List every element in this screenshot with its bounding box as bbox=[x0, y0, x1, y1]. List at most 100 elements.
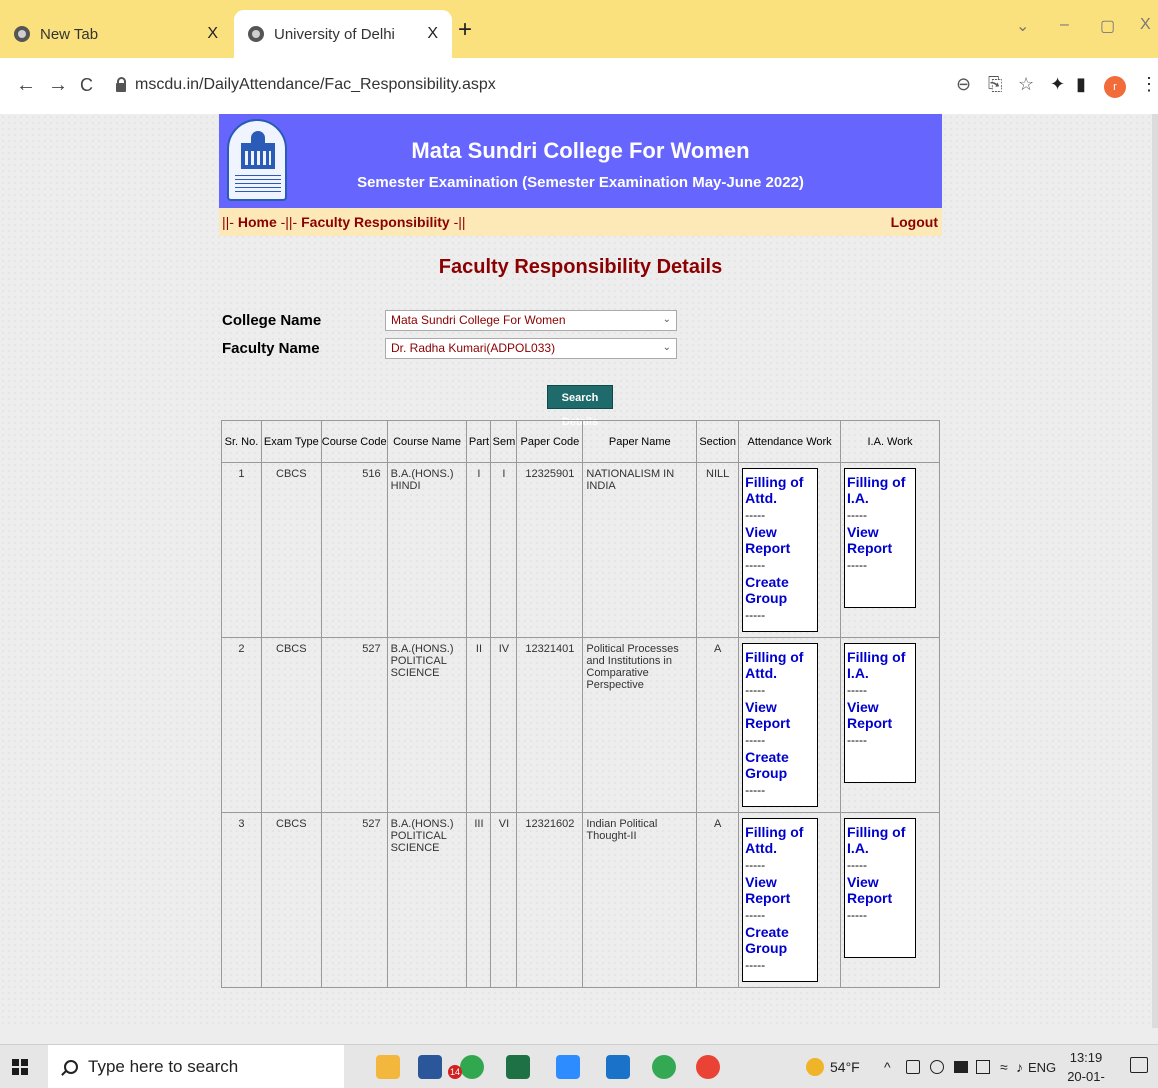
menu-icon[interactable]: ⋮ bbox=[1140, 74, 1158, 95]
taskbar: Type here to search 14 54°F ^ ≈ ♪ ENG 13… bbox=[0, 1044, 1158, 1088]
weather-temp[interactable]: 54°F bbox=[830, 1059, 860, 1075]
cell-sem: I bbox=[490, 462, 518, 638]
filling-of-ia-link[interactable]: Filling of I.A. bbox=[847, 474, 913, 506]
wifi-icon[interactable]: ≈ bbox=[1000, 1059, 1008, 1075]
close-window-icon[interactable]: X bbox=[1140, 16, 1151, 34]
chevron-down-icon: ⌄ bbox=[662, 314, 671, 325]
taskbar-search-input[interactable]: Type here to search bbox=[48, 1045, 344, 1088]
college-name-label: College Name bbox=[222, 312, 322, 329]
table-row: 2 CBCS 527 B.A.(HONS.) POLITICAL SCIENCE II I… bbox=[221, 637, 940, 813]
view-ia-report-link[interactable]: View Report bbox=[847, 874, 913, 906]
tab-search-chevron-icon[interactable]: ⌄ bbox=[1016, 16, 1029, 36]
cell-exam-type: CBCS bbox=[260, 462, 322, 638]
home-link[interactable]: Home bbox=[238, 214, 277, 230]
url-text: mscdu.in/DailyAttendance/Fac_Responsibil… bbox=[135, 76, 496, 93]
url-field[interactable]: mscdu.in/DailyAttendance/Fac_Responsibil… bbox=[116, 76, 496, 94]
col-section: Section bbox=[696, 420, 740, 463]
page-scrollbar[interactable] bbox=[1152, 114, 1158, 1028]
filling-of-attendance-link[interactable]: Filling of Attd. bbox=[745, 649, 815, 681]
cell-course-name: B.A.(HONS.) HINDI bbox=[386, 462, 468, 638]
volume-icon[interactable]: ♪ bbox=[1016, 1059, 1023, 1075]
globe-icon bbox=[14, 26, 30, 42]
search-details-button[interactable]: Search Details bbox=[547, 385, 613, 428]
separator: ----- bbox=[847, 733, 868, 747]
page-title: Faculty Responsibility Details bbox=[438, 256, 723, 278]
faculty-responsibility-link[interactable]: Faculty Responsibility bbox=[301, 214, 450, 230]
ia-work-box: Filling of I.A. ----- View Report ----- bbox=[844, 643, 917, 783]
create-group-link[interactable]: Create Group bbox=[745, 749, 815, 781]
view-attendance-report-link[interactable]: View Report bbox=[745, 699, 815, 731]
site-header: Mata Sundri College For Women Semester E… bbox=[219, 114, 942, 208]
create-group-link[interactable]: Create Group bbox=[745, 924, 815, 956]
tab-new-tab[interactable]: New Tab X bbox=[0, 10, 232, 58]
language-indicator[interactable]: ENG bbox=[1028, 1060, 1056, 1075]
col-course-code: Course Code bbox=[320, 420, 388, 463]
restore-icon[interactable]: ▢ bbox=[1100, 16, 1115, 36]
new-tab-button[interactable]: + bbox=[458, 16, 472, 44]
excel-icon[interactable] bbox=[506, 1055, 530, 1079]
faculty-name-select[interactable]: Dr. Radha Kumari(ADPOL033) ⌄ bbox=[385, 338, 677, 359]
windows-start-icon[interactable] bbox=[12, 1059, 28, 1075]
chrome-icon[interactable] bbox=[652, 1055, 676, 1079]
bookmark-star-icon[interactable]: ☆ bbox=[1018, 74, 1034, 95]
cell-paper-code: 12321401 bbox=[516, 637, 584, 813]
extensions-icon[interactable]: ✦ bbox=[1050, 74, 1065, 95]
separator: ----- bbox=[745, 858, 766, 872]
file-explorer-icon[interactable] bbox=[376, 1055, 400, 1079]
view-attendance-report-link[interactable]: View Report bbox=[745, 524, 815, 556]
filling-of-ia-link[interactable]: Filling of I.A. bbox=[847, 824, 913, 856]
separator: ----- bbox=[847, 908, 868, 922]
separator: ----- bbox=[745, 908, 766, 922]
zoom-icon[interactable]: ⊖ bbox=[956, 74, 971, 95]
filling-of-ia-link[interactable]: Filling of I.A. bbox=[847, 649, 913, 681]
profile-avatar[interactable]: r bbox=[1104, 76, 1126, 98]
zoom-meetings-icon[interactable] bbox=[556, 1055, 580, 1079]
cell-paper-code: 12321602 bbox=[516, 812, 584, 988]
side-panel-icon[interactable]: ▮ bbox=[1076, 74, 1086, 95]
back-icon[interactable]: ← bbox=[16, 74, 36, 97]
separator: ----- bbox=[745, 508, 766, 522]
minimize-icon[interactable]: – bbox=[1060, 16, 1069, 34]
tray-chevron-icon[interactable]: ^ bbox=[884, 1059, 891, 1075]
view-ia-report-link[interactable]: View Report bbox=[847, 699, 913, 731]
notifications-icon[interactable] bbox=[1130, 1057, 1148, 1073]
calculator-icon[interactable] bbox=[606, 1055, 630, 1079]
system-clock[interactable]: 13:19 20-01-2022 bbox=[1054, 1048, 1118, 1088]
browser-tab-strip: New Tab X University of Delhi X + ⌄ – ▢ … bbox=[0, 0, 1158, 58]
display-icon[interactable] bbox=[976, 1060, 990, 1074]
ia-work-box: Filling of I.A. ----- View Report ----- bbox=[844, 468, 917, 608]
cell-attendance-work: Filling of Attd. ----- View Report ----- Cre… bbox=[738, 812, 842, 988]
cell-section: A bbox=[696, 637, 740, 813]
tab-university-of-delhi[interactable]: University of Delhi X bbox=[234, 10, 452, 58]
filling-of-attendance-link[interactable]: Filling of Attd. bbox=[745, 824, 815, 856]
battery-icon[interactable] bbox=[954, 1061, 968, 1073]
col-course-name: Course Name bbox=[386, 420, 468, 463]
view-ia-report-link[interactable]: View Report bbox=[847, 524, 913, 556]
cell-sr-no: 1 bbox=[221, 462, 262, 638]
separator: ----- bbox=[847, 558, 868, 572]
tab-close-icon[interactable]: X bbox=[427, 25, 438, 43]
chrome-profile-icon[interactable] bbox=[696, 1055, 720, 1079]
onedrive-icon[interactable] bbox=[930, 1060, 944, 1074]
meet-now-icon[interactable] bbox=[906, 1060, 920, 1074]
weather-icon bbox=[806, 1058, 824, 1076]
forward-icon[interactable]: → bbox=[48, 74, 68, 97]
college-name-select[interactable]: Mata Sundri College For Women ⌄ bbox=[385, 310, 677, 331]
cell-course-name: B.A.(HONS.) POLITICAL SCIENCE bbox=[386, 637, 468, 813]
messaging-icon[interactable] bbox=[460, 1055, 484, 1079]
word-icon[interactable] bbox=[418, 1055, 442, 1079]
logout-link[interactable]: Logout bbox=[891, 214, 938, 230]
create-group-link[interactable]: Create Group bbox=[745, 574, 815, 606]
share-icon[interactable]: ⎘ bbox=[988, 74, 1002, 95]
view-attendance-report-link[interactable]: View Report bbox=[745, 874, 815, 906]
reload-icon[interactable]: C bbox=[80, 75, 93, 96]
tab-close-icon[interactable]: X bbox=[207, 25, 218, 43]
content-container: Mata Sundri College For Women Semester E… bbox=[219, 114, 942, 988]
cell-paper-name: Political Processes and Institutions in … bbox=[582, 637, 698, 813]
cell-section: A bbox=[696, 812, 740, 988]
cell-sr-no: 2 bbox=[221, 637, 262, 813]
col-ia-work: I.A. Work bbox=[840, 420, 940, 463]
attendance-work-box: Filling of Attd. ----- View Report ----- Cre… bbox=[742, 468, 819, 632]
filling-of-attendance-link[interactable]: Filling of Attd. bbox=[745, 474, 815, 506]
col-sem: Sem bbox=[490, 420, 518, 463]
